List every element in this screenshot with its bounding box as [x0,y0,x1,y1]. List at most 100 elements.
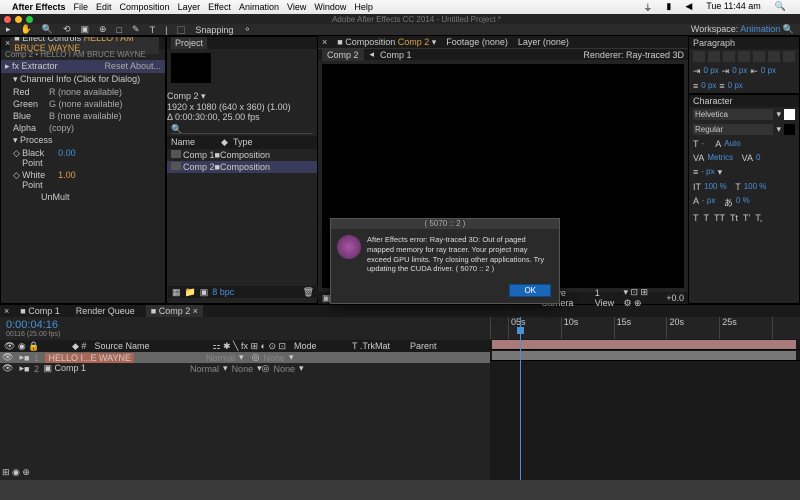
shape-tool-icon[interactable]: □ [117,25,122,35]
tracking-field[interactable]: 0 [756,153,760,163]
font-family-dropdown[interactable]: Helvetica [693,109,773,120]
layer-name[interactable]: HELLO I...E WAYNE [45,353,134,363]
timeline-tab[interactable]: ■ Comp 1 [15,305,64,317]
parent-dropdown[interactable]: None [273,364,295,374]
timeline-layer[interactable]: 👁 ▸■ 2 ▣ Comp 1 Normal▾ None▾ ◎ None▾ [0,363,490,374]
parent-pickwhip-icon[interactable]: ◎ [262,363,270,374]
font-style-dropdown[interactable]: Regular [693,124,773,135]
bpc-button[interactable]: 8 bpc [212,287,234,297]
minimize-window-button[interactable] [15,16,22,23]
delete-icon[interactable]: 🗑 [303,287,314,298]
align-left-icon[interactable] [693,51,705,62]
menu-window[interactable]: Window [314,2,346,12]
black-point-value[interactable]: 0.00 [58,148,76,168]
fill-color-swatch[interactable] [784,109,795,120]
small-caps-button[interactable]: Tt [730,213,738,223]
menu-effect[interactable]: Effect [208,2,231,12]
stroke-color-swatch[interactable] [784,124,795,135]
rotate-tool-icon[interactable]: ⟲ [63,24,71,35]
menu-animation[interactable]: Animation [239,2,279,12]
visibility-icon[interactable]: 👁 [2,352,12,363]
menu-composition[interactable]: Composition [120,2,170,12]
layer-name[interactable]: ▣ Comp 1 [43,363,86,374]
space-before-field[interactable]: 0 px [701,81,716,91]
hscale-field[interactable]: 100 % [744,182,767,192]
spotlight-icon[interactable]: 🔍 [775,1,786,14]
keyframe-stopwatch-icon[interactable]: ◇ [13,170,20,190]
viewer-tab-layer[interactable]: Layer (none) [518,37,569,47]
renderer-value[interactable]: Ray-traced 3D [626,50,684,60]
baseline-field[interactable]: - px [702,196,715,209]
timeline-tab-render-queue[interactable]: Render Queue [71,305,140,317]
justify-left-icon[interactable] [738,51,750,62]
clock[interactable]: Tue 11:44 am [706,1,761,14]
project-item[interactable]: Comp 1■Composition [167,149,317,161]
project-search-input[interactable]: 🔍 [171,124,313,134]
col-label-icon[interactable]: ◆ [221,137,233,148]
menu-file[interactable]: File [74,2,89,12]
col-source-name[interactable]: Source Name [94,341,204,351]
current-timecode[interactable]: 0:00:04:16 [6,319,58,331]
white-point-value[interactable]: 1.00 [58,170,76,190]
menu-edit[interactable]: Edit [96,2,112,12]
indent-left-field[interactable]: 0 px [704,66,719,77]
chevron-left-icon[interactable]: ◂ [370,49,375,60]
search-help-icon[interactable]: 🔍 [783,24,794,34]
hand-tool-icon[interactable]: ✋ [21,24,32,35]
keyframe-stopwatch-icon[interactable]: ◇ [13,148,20,168]
about-link[interactable]: About... [130,61,161,71]
layer-bar[interactable] [490,339,800,350]
menu-layer[interactable]: Layer [178,2,201,12]
subscript-button[interactable]: T, [755,213,762,223]
effect-name[interactable]: Extractor [22,61,58,71]
panel-close-icon[interactable]: × [4,306,9,316]
menu-help[interactable]: Help [354,2,373,12]
project-item[interactable]: Comp 2■Composition [167,161,317,173]
camera-tool-icon[interactable]: ▣ [81,24,90,35]
snap-options-icon[interactable]: ⚬ [243,24,251,35]
exposure-value[interactable]: +0.0 [666,293,684,303]
align-center-icon[interactable] [708,51,720,62]
viewer-tab-composition[interactable]: Composition [345,37,395,47]
channel-info-toggle[interactable]: ▾ Channel Info (Click for Dialog) [13,74,140,85]
volume-icon[interactable]: ◀ [685,1,692,14]
fx-toggle-icon[interactable]: ▸ fx [5,61,19,71]
kerning-dropdown[interactable]: Metrics [707,153,733,163]
chevron-down-icon[interactable]: ▾ [776,109,781,120]
panel-close-icon[interactable]: × [322,37,327,47]
new-folder-icon[interactable]: 📁 [185,287,196,298]
parent-dropdown[interactable]: None [263,353,285,363]
timeline-graph[interactable]: 05s 10s 15s 20s 25s [490,317,800,481]
align-right-icon[interactable] [723,51,735,62]
wifi-icon[interactable]: ⏚ [643,1,652,14]
indent-right-field[interactable]: 0 px [761,66,776,77]
timeline-layer[interactable]: 👁 ▸■ 1 HELLO I...E WAYNE Normal▾ ◎ None▾ [0,352,490,363]
interpret-footage-icon[interactable]: ▦ [172,287,181,298]
menu-view[interactable]: View [287,2,306,12]
unmult-label[interactable]: UnMult [41,192,70,202]
justify-right-icon[interactable] [768,51,780,62]
playhead[interactable] [520,317,521,481]
comp-crumb[interactable]: Comp 2 [322,49,364,61]
paragraph-tab[interactable]: Paragraph [693,38,735,48]
new-comp-icon[interactable]: ▣ [200,287,209,298]
pen-tool-icon[interactable]: ✎ [132,24,140,35]
character-tab[interactable]: Character [693,96,733,106]
font-size-field[interactable]: - [702,139,705,149]
parent-pickwhip-icon[interactable]: ◎ [252,352,260,363]
faux-italic-button[interactable]: T [704,213,710,223]
process-toggle[interactable]: ▾ Process [13,135,53,146]
selection-tool-icon[interactable]: ▸ [6,24,11,35]
col-type[interactable]: Type [233,137,313,148]
app-menu[interactable]: After Effects [12,2,66,12]
anchor-tool-icon[interactable]: ⊕ [99,24,107,35]
col-parent[interactable]: Parent [410,341,437,351]
vscale-field[interactable]: 100 % [704,182,727,192]
justify-center-icon[interactable] [753,51,765,62]
views-dropdown[interactable]: 1 View [595,288,616,308]
timeline-tab[interactable]: ■ Comp 2 × [146,305,203,317]
text-tool-icon[interactable]: T [150,25,156,35]
space-after-field[interactable]: 0 px [728,81,743,91]
superscript-button[interactable]: T' [743,213,750,223]
workspace-dropdown[interactable]: Animation [740,24,780,34]
